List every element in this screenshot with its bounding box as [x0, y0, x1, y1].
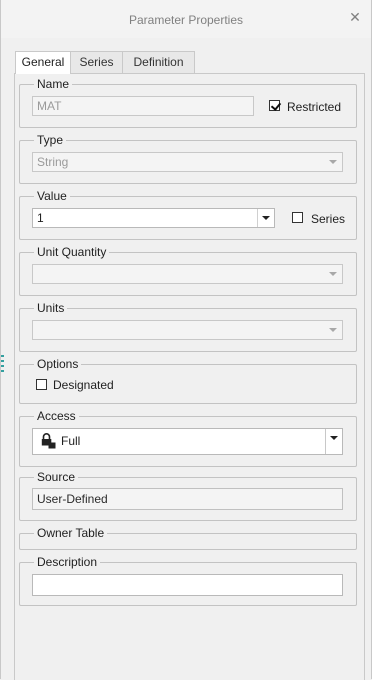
unit-quantity-select[interactable]	[32, 264, 343, 284]
designated-checkbox[interactable]	[36, 379, 47, 390]
type-group: Type String	[19, 133, 357, 184]
access-select[interactable]: Full	[32, 428, 343, 455]
value-group: Value 1 Series	[19, 189, 357, 240]
dialog-title: Parameter Properties	[128, 13, 244, 27]
tab-definition[interactable]: Definition	[122, 51, 195, 73]
edge-marks	[1, 355, 4, 375]
tab-series[interactable]: Series	[70, 51, 123, 73]
owner-table-legend: Owner Table	[34, 526, 108, 540]
parameter-properties-dialog: Parameter Properties ✕ General Series De…	[0, 0, 372, 680]
chevron-down-icon[interactable]	[257, 209, 274, 227]
description-legend: Description	[34, 555, 101, 569]
source-group: Source User-Defined	[19, 470, 357, 521]
value-combobox[interactable]: 1	[32, 208, 275, 228]
designated-label: Designated	[53, 378, 114, 392]
series-label: Series	[311, 212, 346, 226]
restricted-checkbox[interactable]	[269, 100, 282, 111]
chevron-down-icon	[325, 265, 342, 283]
owner-table-group: Owner Table	[19, 526, 357, 550]
tab-general[interactable]: General	[15, 51, 71, 74]
unit-quantity-group: Unit Quantity	[19, 245, 357, 296]
check-icon	[270, 100, 282, 111]
value-legend: Value	[34, 189, 70, 203]
description-group: Description	[19, 555, 357, 606]
options-legend: Options	[34, 357, 82, 371]
description-input[interactable]	[32, 574, 343, 596]
options-group: Options Designated	[19, 357, 357, 404]
access-value: Full	[61, 434, 81, 448]
type-value: String	[37, 155, 69, 169]
value-text: 1	[37, 211, 44, 225]
series-checkbox[interactable]	[292, 212, 303, 223]
type-select[interactable]: String	[32, 152, 343, 172]
chevron-down-icon[interactable]	[325, 429, 342, 454]
name-legend: Name	[34, 77, 73, 91]
source-field: User-Defined	[32, 488, 343, 510]
units-legend: Units	[34, 301, 68, 315]
source-legend: Source	[34, 470, 79, 484]
title-bar: Parameter Properties ✕	[1, 0, 371, 38]
name-input[interactable]: MAT	[32, 96, 254, 116]
name-group: Name MAT Restricted	[19, 77, 357, 128]
type-legend: Type	[34, 133, 67, 147]
chevron-down-icon	[325, 153, 342, 171]
lock-icon	[41, 433, 56, 449]
chevron-down-icon	[325, 321, 342, 339]
restricted-label: Restricted	[287, 100, 342, 114]
unit-quantity-legend: Unit Quantity	[34, 245, 110, 259]
units-group: Units	[19, 301, 357, 352]
access-group: Access Full	[19, 409, 357, 467]
access-legend: Access	[34, 409, 79, 423]
close-icon[interactable]: ✕	[348, 10, 362, 24]
units-select[interactable]	[32, 320, 343, 340]
